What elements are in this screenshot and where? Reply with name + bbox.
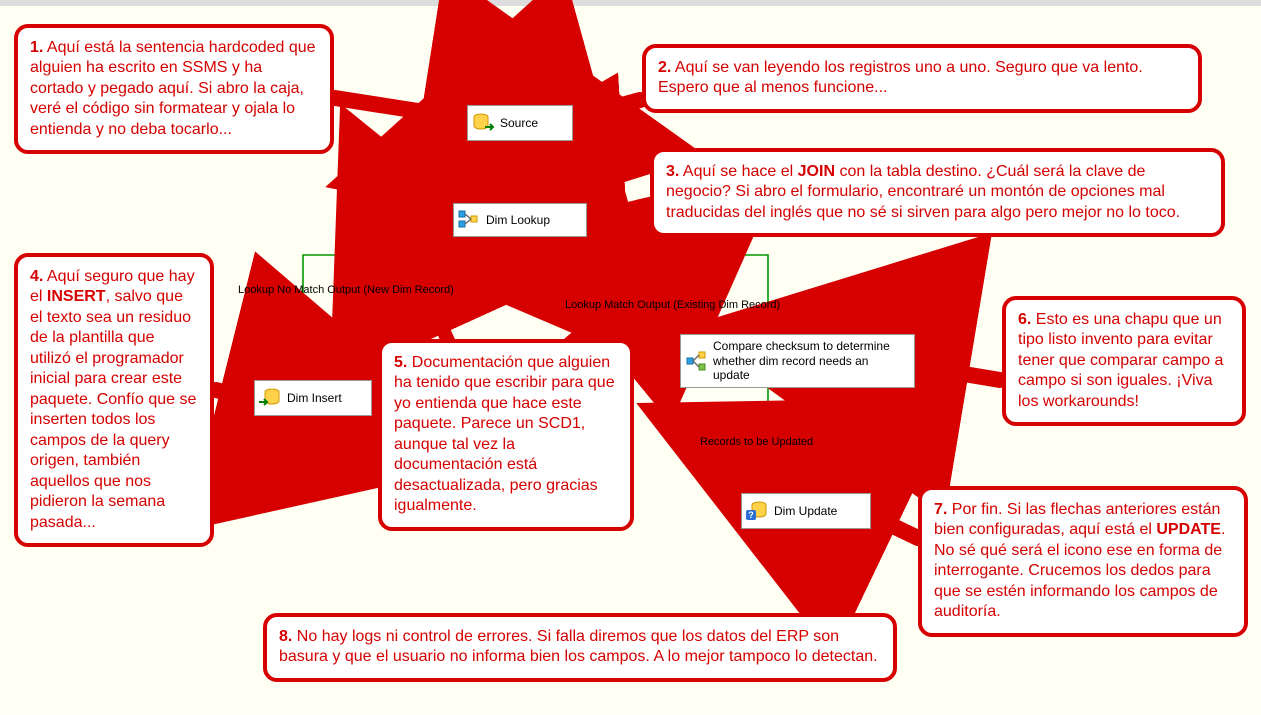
- lookup-icon: [456, 207, 482, 233]
- db-source-icon: [470, 110, 496, 136]
- node-lookup-label: Dim Lookup: [486, 213, 550, 227]
- callout-5-text: Documentación que alguien ha tenido que …: [394, 354, 615, 514]
- node-source-label: Source: [500, 116, 538, 130]
- callout-4-num: 4.: [30, 268, 43, 285]
- node-lookup[interactable]: Dim Lookup: [453, 203, 587, 237]
- node-update-label: Dim Update: [774, 504, 837, 518]
- callout-8: 8. No hay logs ni control de errores. Si…: [263, 613, 897, 682]
- flow-label-no-match: Lookup No Match Output (New Dim Record): [238, 284, 454, 296]
- callout-4: 4. Aquí seguro que hay el INSERT, salvo …: [14, 253, 214, 547]
- node-compare-label: Compare checksum to determine whether di…: [713, 339, 908, 382]
- callout-1: 1. Aquí está la sentencia hardcoded que …: [14, 24, 334, 154]
- callout-3-num: 3.: [666, 163, 679, 180]
- node-insert[interactable]: Dim Insert: [254, 380, 372, 416]
- db-update-icon: ?: [744, 498, 770, 524]
- node-source[interactable]: Source: [467, 105, 573, 141]
- callout-2-text: Aquí se van leyendo los registros uno a …: [658, 59, 1143, 96]
- svg-text:?: ?: [748, 510, 754, 520]
- callout-7-text: Por fin. Si las flechas anteriores están…: [934, 501, 1225, 620]
- callout-3: 3. Aquí se hace el JOIN con la tabla des…: [650, 148, 1225, 237]
- callout-3-text: Aquí se hace el JOIN con la tabla destin…: [666, 163, 1180, 221]
- flow-label-match: Lookup Match Output (Existing Dim Record…: [565, 299, 780, 311]
- db-dest-icon: [257, 385, 283, 411]
- node-insert-label: Dim Insert: [287, 391, 342, 405]
- callout-6-num: 6.: [1018, 311, 1031, 328]
- window-titlebar-hint: [0, 0, 1261, 6]
- callout-7: 7. Por fin. Si las flechas anteriores es…: [918, 486, 1248, 637]
- callout-6: 6. Esto es una chapu que un tipo listo i…: [1002, 296, 1246, 426]
- callout-2: 2. Aquí se van leyendo los registros uno…: [642, 44, 1202, 113]
- callout-6-text: Esto es una chapu que un tipo listo inve…: [1018, 311, 1223, 410]
- diagram-canvas: Source Dim Lookup Dim Insert: [0, 0, 1261, 715]
- node-compare[interactable]: Compare checksum to determine whether di…: [680, 334, 915, 388]
- callout-2-num: 2.: [658, 59, 671, 76]
- callout-8-num: 8.: [279, 628, 292, 645]
- callout-1-num: 1.: [30, 39, 43, 56]
- callout-7-num: 7.: [934, 501, 947, 518]
- callout-4-text: Aquí seguro que hay el INSERT, salvo que…: [30, 268, 196, 531]
- split-icon: [683, 348, 709, 374]
- callout-5: 5. Documentación que alguien ha tenido q…: [378, 339, 634, 531]
- callout-5-num: 5.: [394, 354, 407, 371]
- node-update[interactable]: ? Dim Update: [741, 493, 871, 529]
- callout-1-text: Aquí está la sentencia hardcoded que alg…: [30, 39, 316, 138]
- callout-8-text: No hay logs ni control de errores. Si fa…: [279, 628, 878, 665]
- flow-label-to-update: Records to be Updated: [700, 436, 813, 448]
